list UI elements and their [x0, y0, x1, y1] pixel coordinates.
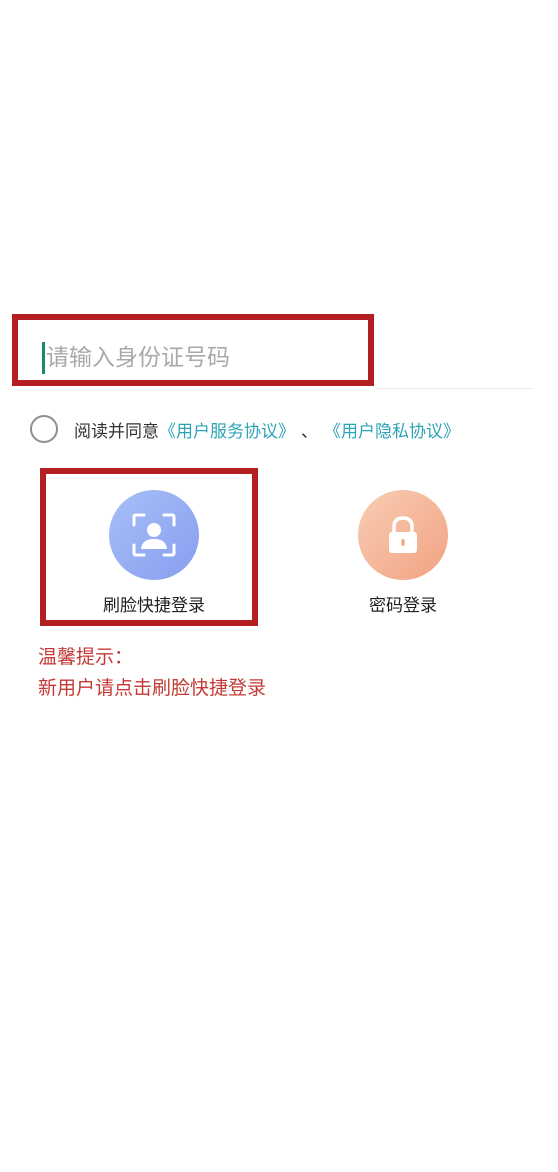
agree-radio-button[interactable] — [30, 415, 58, 443]
agreement-row: 阅读并同意 《用户服务协议》 、 《用户隐私协议》 — [30, 412, 460, 446]
id-number-input[interactable] — [46, 340, 356, 376]
face-login-icon-circle — [109, 490, 199, 580]
password-login-icon-circle — [358, 490, 448, 580]
input-underline — [376, 388, 533, 389]
agreement-separator: 、 — [301, 421, 318, 442]
text-cursor — [42, 342, 45, 374]
user-service-agreement-link[interactable]: 《用户服务协议》 — [159, 417, 295, 442]
user-privacy-agreement-link[interactable]: 《用户隐私协议》 — [324, 417, 460, 442]
face-scan-icon — [132, 513, 176, 557]
agreement-prefix-text: 阅读并同意 — [74, 421, 159, 442]
tip-title: 温馨提示： — [38, 646, 134, 668]
password-login-label: 密码登录 — [369, 596, 437, 616]
password-login-button[interactable]: 密码登录 — [303, 490, 503, 616]
face-login-button[interactable]: 刷脸快捷登录 — [54, 490, 254, 616]
lock-icon — [389, 516, 417, 553]
face-login-label: 刷脸快捷登录 — [103, 596, 205, 616]
id-number-field-highlight — [12, 314, 374, 386]
tip-body: 新用户请点击刷脸快捷登录 — [38, 677, 267, 699]
